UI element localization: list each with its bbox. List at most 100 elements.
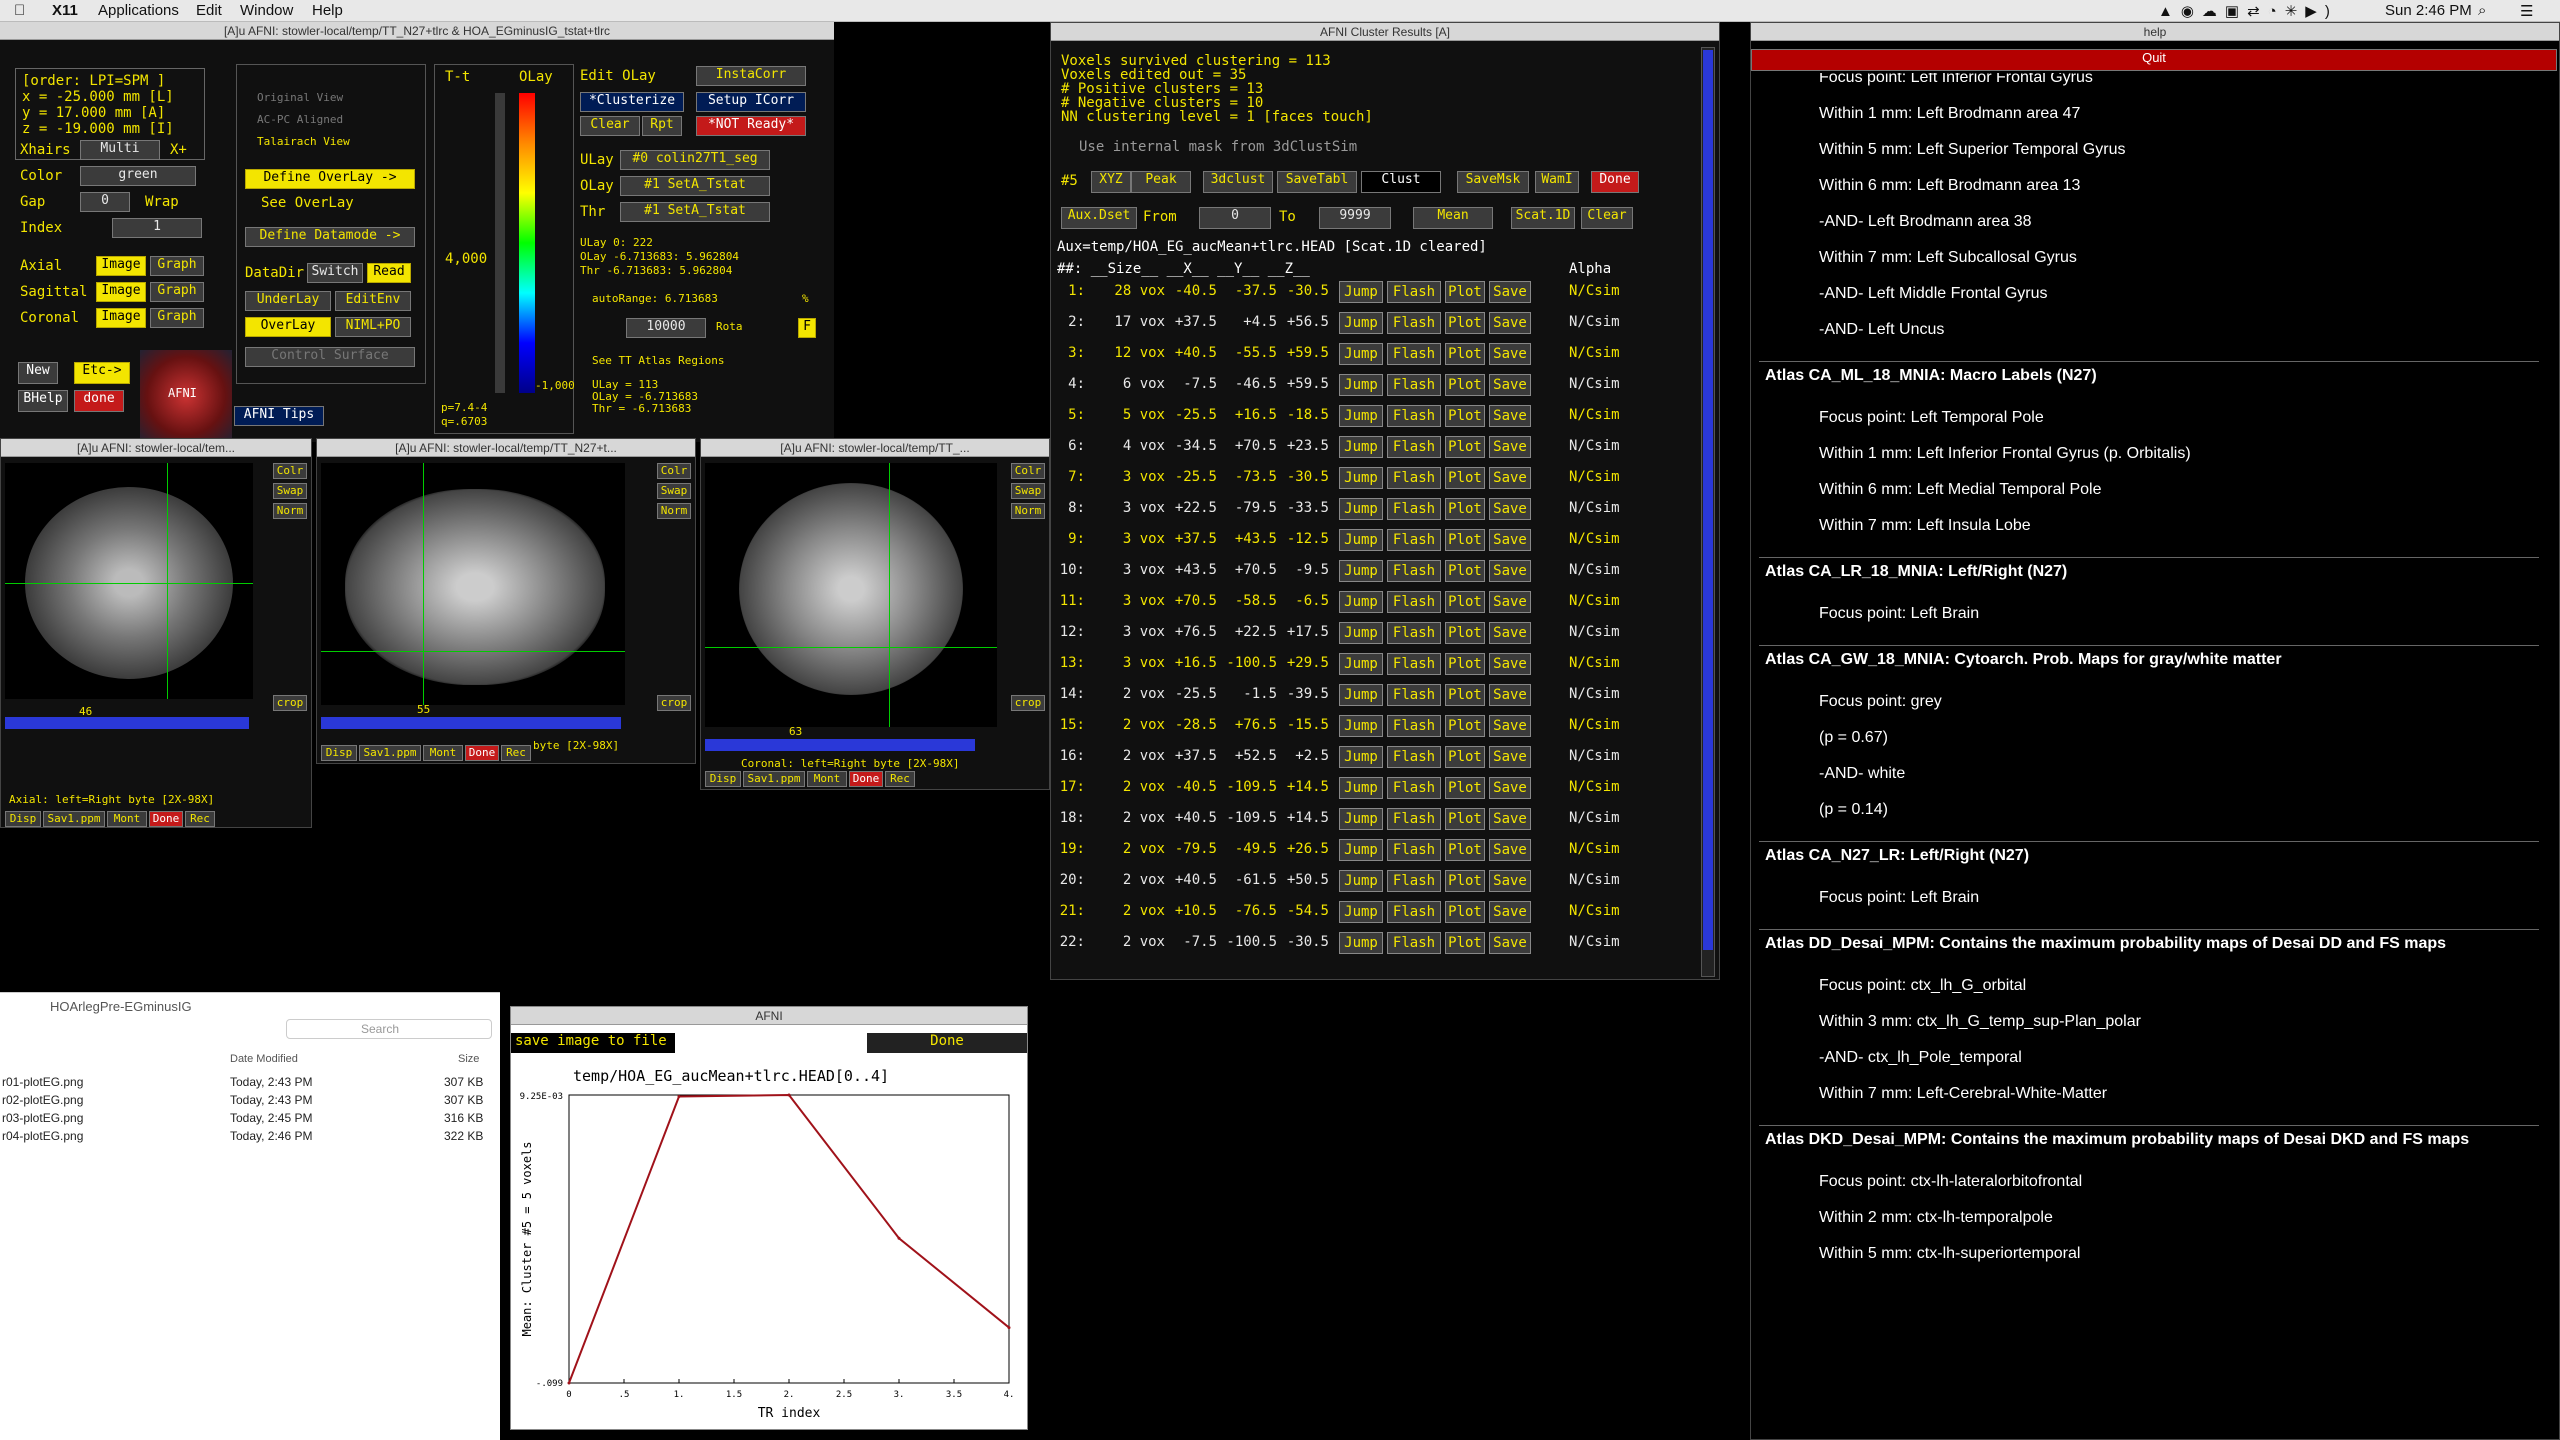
afni-tips-button[interactable]: AFNI Tips	[234, 406, 324, 426]
plot-done-button[interactable]: Done	[867, 1033, 1027, 1053]
aux-dset-button[interactable]: Aux.Dset	[1061, 207, 1137, 229]
list-icon[interactable]: ☰	[2520, 2, 2533, 20]
plot-button[interactable]: Plot	[1445, 715, 1485, 737]
color-menu[interactable]: green	[80, 166, 196, 186]
plot-button[interactable]: Plot	[1445, 622, 1485, 644]
menu-help[interactable]: Help	[312, 2, 343, 19]
control-surface-button[interactable]: Control Surface	[245, 347, 415, 367]
talairach-view-radio[interactable]: Talairach View	[257, 135, 350, 148]
original-view-radio[interactable]: Original View	[257, 91, 343, 104]
rec-button[interactable]: Rec	[185, 811, 215, 827]
flash-button[interactable]: Flash	[1387, 870, 1441, 892]
axial-brain-image[interactable]	[5, 463, 253, 699]
plot-button[interactable]: Plot	[1445, 901, 1485, 923]
jump-button[interactable]: Jump	[1339, 653, 1383, 675]
gap-menu[interactable]: 0	[80, 192, 130, 212]
flash-button[interactable]: Flash	[1387, 777, 1441, 799]
plot-button[interactable]: Plot	[1445, 932, 1485, 954]
acpc-view-radio[interactable]: AC-PC Aligned	[257, 113, 343, 126]
3dclust-button[interactable]: 3dclust	[1203, 171, 1273, 193]
save-button[interactable]: Save	[1489, 746, 1531, 768]
color-scale-bar[interactable]	[519, 93, 535, 393]
setup-icorr-button[interactable]: Setup ICorr	[696, 92, 806, 112]
plot-button[interactable]: Plot	[1445, 498, 1485, 520]
save-button[interactable]: Save	[1489, 374, 1531, 396]
f-button[interactable]: F	[798, 318, 816, 338]
sagittal-brain-image[interactable]	[321, 463, 625, 705]
flash-button[interactable]: Flash	[1387, 746, 1441, 768]
jump-button[interactable]: Jump	[1339, 777, 1383, 799]
sagittal-graph-button[interactable]: Graph	[150, 282, 204, 302]
save-button[interactable]: Save	[1489, 529, 1531, 551]
jump-button[interactable]: Jump	[1339, 684, 1383, 706]
plot-button[interactable]: Plot	[1445, 343, 1485, 365]
disp-button[interactable]: Disp	[705, 771, 741, 787]
plot-button[interactable]: Plot	[1445, 529, 1485, 551]
norm-button[interactable]: Norm	[273, 503, 307, 519]
to-field[interactable]: 9999	[1319, 207, 1391, 229]
colr-button[interactable]: Colr	[273, 463, 307, 479]
flash-button[interactable]: Flash	[1387, 405, 1441, 427]
thr-menu[interactable]: #1 SetA_Tstat	[620, 202, 770, 222]
save-button[interactable]: Save	[1489, 560, 1531, 582]
slice-slider[interactable]	[5, 717, 249, 729]
jump-button[interactable]: Jump	[1339, 343, 1383, 365]
etc-button[interactable]: Etc->	[74, 362, 130, 384]
plot-button[interactable]: Plot	[1445, 591, 1485, 613]
save-button[interactable]: Save	[1489, 684, 1531, 706]
save-button[interactable]: Save	[1489, 622, 1531, 644]
olay-menu[interactable]: #1 SetA_Tstat	[620, 176, 770, 196]
done-button[interactable]: Done	[465, 745, 499, 761]
plot-button[interactable]: Plot	[1445, 312, 1485, 334]
plot-button[interactable]: Plot	[1445, 560, 1485, 582]
jump-button[interactable]: Jump	[1339, 808, 1383, 830]
done-button[interactable]: Done	[849, 771, 883, 787]
xhairs-menu[interactable]: Multi	[80, 140, 160, 160]
save-button[interactable]: Save	[1489, 467, 1531, 489]
mont-button[interactable]: Mont	[423, 745, 463, 761]
save-button[interactable]: Save	[1489, 653, 1531, 675]
flash-button[interactable]: Flash	[1387, 715, 1441, 737]
savetabl-button[interactable]: SaveTabl	[1277, 171, 1357, 193]
plot-button[interactable]: Plot	[1445, 374, 1485, 396]
slice-slider[interactable]	[705, 739, 975, 751]
flash-button[interactable]: Flash	[1387, 901, 1441, 923]
datadir-button[interactable]: DataDir	[245, 265, 304, 281]
flash-button[interactable]: Flash	[1387, 467, 1441, 489]
coronal-image-button[interactable]: Image	[96, 308, 146, 328]
coronal-brain-image[interactable]	[705, 463, 997, 727]
col-date[interactable]: Date Modified	[230, 1053, 298, 1065]
norm-button[interactable]: Norm	[1011, 503, 1045, 519]
finder-file-row[interactable]: r04-plotEG.png Today, 2:46 PM 322 KB	[0, 1127, 500, 1145]
plot-button[interactable]: Plot	[1445, 746, 1485, 768]
bhelp-button[interactable]: BHelp	[18, 390, 68, 412]
save-button[interactable]: Save	[1489, 870, 1531, 892]
axial-image-button[interactable]: Image	[96, 256, 146, 276]
jump-button[interactable]: Jump	[1339, 405, 1383, 427]
editenv-button[interactable]: EditEnv	[335, 291, 411, 311]
finder-file-row[interactable]: r02-plotEG.png Today, 2:43 PM 307 KB	[0, 1091, 500, 1109]
save-button[interactable]: Save	[1489, 591, 1531, 613]
jump-button[interactable]: Jump	[1339, 436, 1383, 458]
rota-label[interactable]: Rota	[716, 320, 743, 333]
jump-button[interactable]: Jump	[1339, 529, 1383, 551]
finder-file-row[interactable]: r01-plotEG.png Today, 2:43 PM 307 KB	[0, 1073, 500, 1091]
sagittal-image-button[interactable]: Image	[96, 282, 146, 302]
plot-button[interactable]: Plot	[1445, 839, 1485, 861]
disp-button[interactable]: Disp	[321, 745, 357, 761]
coronal-graph-button[interactable]: Graph	[150, 308, 204, 328]
flash-button[interactable]: Flash	[1387, 281, 1441, 303]
crop-button[interactable]: crop	[273, 695, 307, 711]
save-button[interactable]: Save	[1489, 498, 1531, 520]
from-field[interactable]: 0	[1199, 207, 1271, 229]
jump-button[interactable]: Jump	[1339, 839, 1383, 861]
crop-button[interactable]: crop	[657, 695, 691, 711]
done-button[interactable]: Done	[149, 811, 183, 827]
clust-prefix-field[interactable]: Clust	[1361, 171, 1441, 193]
jump-button[interactable]: Jump	[1339, 498, 1383, 520]
nimlpo-button[interactable]: NIML+PO	[335, 317, 411, 337]
flash-button[interactable]: Flash	[1387, 529, 1441, 551]
clusterize-button[interactable]: *Clusterize	[580, 92, 684, 112]
search-icon[interactable]: ⌕	[2478, 2, 2486, 19]
save-button[interactable]: Save	[1489, 405, 1531, 427]
